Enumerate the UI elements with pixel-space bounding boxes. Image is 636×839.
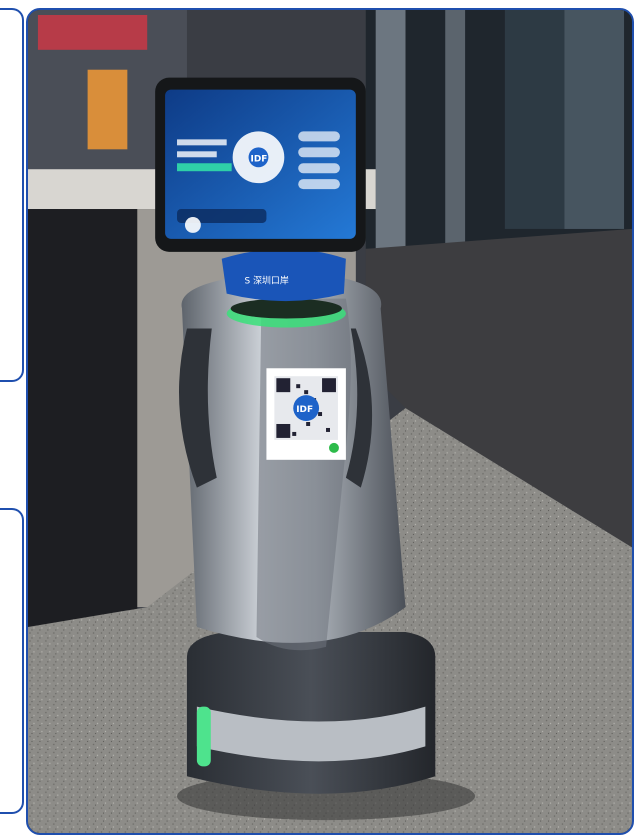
dark-panel [28,209,138,628]
screen-qr-label: IDF [251,154,268,164]
base-light [196,706,211,767]
poster [87,69,128,150]
robot-cap [221,248,346,302]
qr-label: IDF [296,405,313,415]
store-sign [37,14,148,50]
left-panel-edge-bottom [0,508,24,814]
photo-scene: S 深圳口岸 IDF IDF [28,10,632,833]
left-panel-edge-top [0,8,24,382]
robot-photo: S 深圳口岸 IDF IDF [26,8,634,835]
cap-logo-text: S 深圳口岸 [245,276,289,287]
